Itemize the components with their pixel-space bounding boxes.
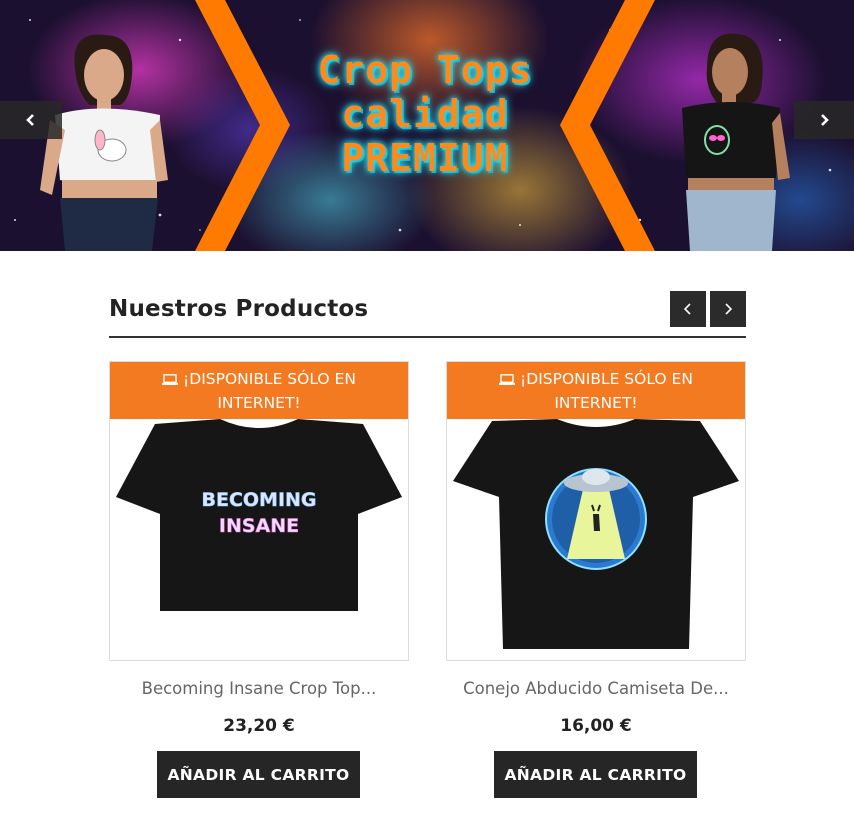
products-next-button[interactable] [710,291,746,327]
products-prev-button[interactable] [670,291,706,327]
laptop-icon [499,374,516,385]
image-text-line1: BECOMING [201,489,316,511]
product-image-link[interactable]: ¡DISPONIBLE SÓLO EN INTERNET! BECOMING I… [109,361,409,661]
hero-next-button[interactable] [794,101,854,139]
section-title: Nuestros Productos [109,296,369,322]
hero-title-line2: calidad [341,92,509,136]
add-to-cart-button[interactable]: AÑADIR AL CARRITO [157,751,360,798]
image-text-line2: INSANE [219,515,299,537]
product-card: ¡DISPONIBLE SÓLO EN INTERNET! Conejo Abd… [446,361,746,798]
chevron-right-icon [725,303,733,315]
model-left-image [40,34,168,251]
product-image-link[interactable]: ¡DISPONIBLE SÓLO EN INTERNET! [446,361,746,661]
hero-title: Crop Tops calidad PREMIUM [270,48,580,180]
product-price: 16,00 € [560,716,632,736]
chevron-left-icon [683,303,691,315]
badge-line1: ¡DISPONIBLE SÓLO EN [520,370,693,388]
badge-line1: ¡DISPONIBLE SÓLO EN [183,370,356,388]
products-section-header: Nuestros Productos [109,290,746,338]
product-price: 23,20 € [223,716,295,736]
product-name-link[interactable]: Becoming Insane Crop Top... [109,679,409,698]
product-image [453,419,739,649]
model-right-image [682,33,790,251]
hero-banner[interactable]: Crop Tops calidad PREMIUM [0,0,854,251]
product-name-link[interactable]: Conejo Abducido Camiseta De... [446,679,746,698]
product-image: BECOMING INSANE [116,419,402,611]
badge-line2: INTERNET! [554,394,638,412]
hero-title-line3: PREMIUM [341,136,509,180]
product-card: ¡DISPONIBLE SÓLO EN INTERNET! BECOMING I… [109,361,409,798]
chevron-left-icon [26,114,34,126]
hero-title-line1: Crop Tops [317,48,533,92]
chevron-right-icon [821,114,829,126]
badge-line2: INTERNET! [217,394,301,412]
add-to-cart-button[interactable]: AÑADIR AL CARRITO [494,751,697,798]
hero-prev-button[interactable] [0,101,62,139]
laptop-icon [162,374,179,385]
online-only-badge: ¡DISPONIBLE SÓLO EN INTERNET! [447,362,745,419]
online-only-badge: ¡DISPONIBLE SÓLO EN INTERNET! [110,362,408,419]
